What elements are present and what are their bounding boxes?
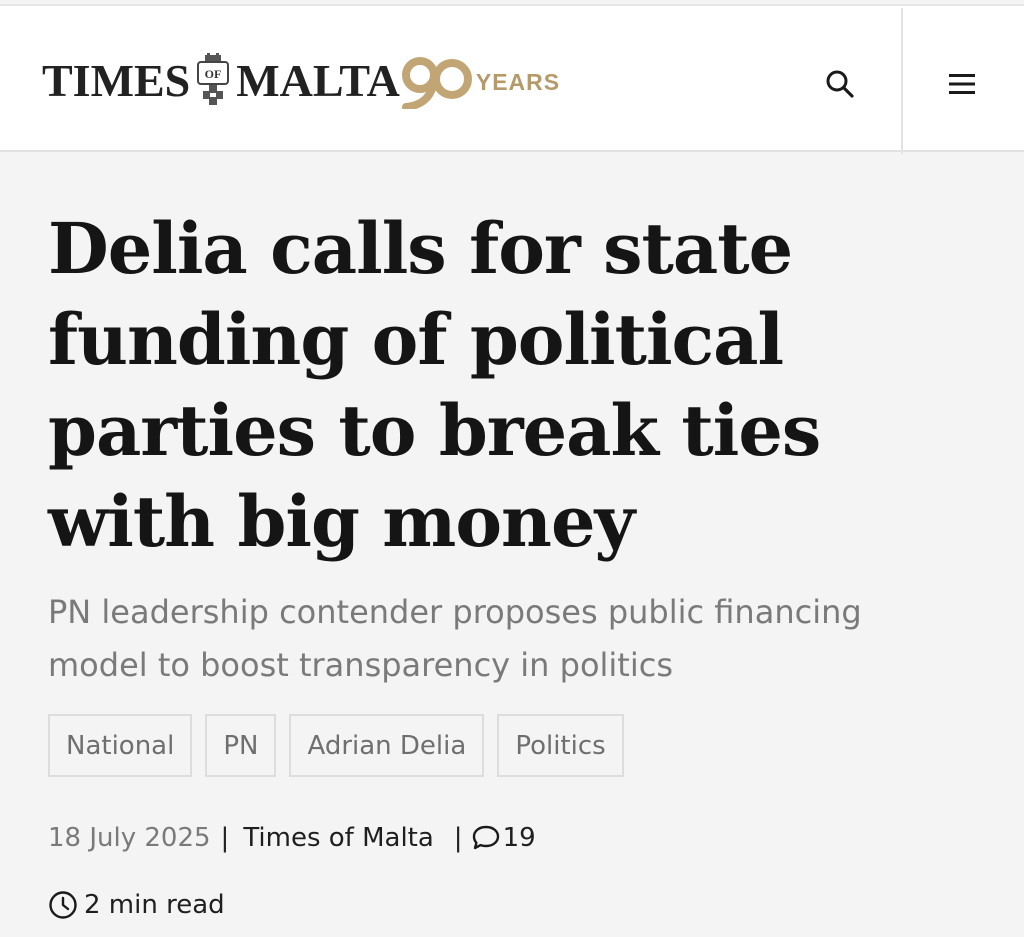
- clock-icon: [49, 891, 77, 919]
- article-tags: National PN Adrian Delia Politics: [48, 714, 624, 777]
- comments-link[interactable]: 19: [471, 823, 536, 853]
- search-button[interactable]: [808, 56, 872, 112]
- tag-national[interactable]: National: [48, 714, 193, 777]
- logo-word-malta: MALTA: [236, 55, 400, 106]
- comment-count: 19: [502, 823, 536, 853]
- article-meta: 18 July 2025 | Times of Malta | 19: [48, 816, 536, 860]
- meta-separator: |: [453, 823, 463, 853]
- search-icon: [826, 70, 854, 98]
- site-header: TIMES OF MALTA YEARS: [0, 4, 1024, 154]
- hamburger-menu-icon: [949, 74, 975, 94]
- article-subheadline: PN leadership contender proposes public …: [48, 593, 862, 684]
- tag-politics[interactable]: Politics: [497, 714, 624, 777]
- menu-button[interactable]: [930, 56, 994, 112]
- logo-word-times: TIMES: [42, 55, 191, 106]
- meta-separator: |: [220, 823, 230, 853]
- publish-date: 18 July 2025: [48, 823, 211, 853]
- crest-text: OF: [205, 67, 222, 81]
- crest-icon: OF: [197, 53, 230, 105]
- tag-adrian-delia[interactable]: Adrian Delia: [289, 714, 485, 777]
- anniversary-years-label: YEARS: [475, 68, 561, 95]
- comment-bubble-icon: [472, 825, 499, 850]
- times-of-malta-logo[interactable]: TIMES OF MALTA YEARS: [42, 46, 560, 116]
- tag-pn[interactable]: PN: [205, 714, 277, 777]
- article-headline: Delia calls for state funding of politic…: [48, 207, 821, 563]
- header-divider: [901, 8, 903, 154]
- ninety-anniversary-mark: [401, 57, 472, 109]
- read-time: 2 min read: [48, 890, 225, 920]
- read-time-label: 2 min read: [84, 890, 225, 920]
- author-link[interactable]: Times of Malta: [243, 823, 433, 853]
